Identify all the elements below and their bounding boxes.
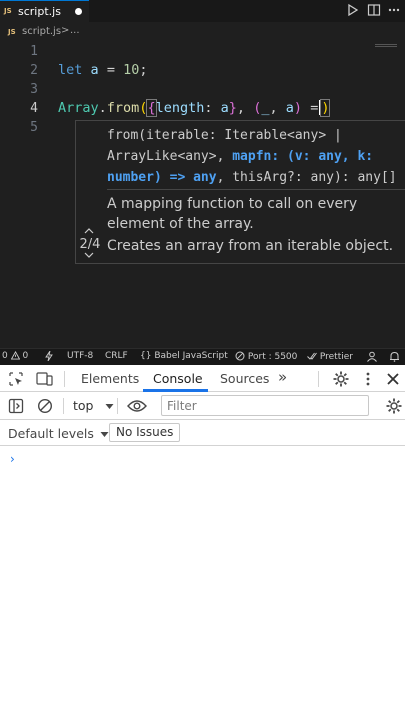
line-number-active: 4 bbox=[30, 101, 38, 116]
inspect-element-icon[interactable] bbox=[8, 371, 24, 387]
function-documentation: Creates an array from an iterable object… bbox=[107, 238, 394, 254]
divider bbox=[63, 398, 64, 414]
js-file-icon: JS bbox=[4, 7, 12, 15]
console-prompt[interactable]: › bbox=[10, 452, 15, 466]
devtools-tab-bar: Elements Console Sources » bbox=[0, 366, 405, 392]
eol-selector[interactable]: CRLF bbox=[105, 351, 128, 361]
warning-icon bbox=[10, 350, 20, 360]
divider bbox=[318, 371, 319, 387]
js-file-icon: JS bbox=[8, 28, 16, 36]
breadcrumb: JS script.js > ... bbox=[0, 24, 405, 40]
unsaved-dot-icon[interactable] bbox=[75, 8, 82, 15]
code-editor[interactable]: JS script.js JS script.js > ... 1 2 3 4 … bbox=[0, 0, 405, 348]
line-number: 3 bbox=[30, 82, 38, 97]
function-signature: from(iterable: Iterable<any> | ArrayLike… bbox=[107, 128, 397, 185]
double-check-icon bbox=[307, 352, 317, 360]
log-levels-bar: Default levels No Issues bbox=[0, 420, 405, 446]
problems-indicator[interactable]: 0 0 bbox=[2, 350, 28, 361]
dropdown-arrow-icon bbox=[100, 432, 109, 437]
dropdown-arrow-icon bbox=[105, 404, 114, 409]
editor-tab-bar: JS script.js bbox=[0, 0, 405, 22]
devtools-panel: Elements Console Sources » top Filter De… bbox=[0, 366, 405, 720]
line-number: 5 bbox=[30, 120, 38, 135]
device-toolbar-icon[interactable] bbox=[36, 371, 54, 387]
more-actions-icon[interactable] bbox=[387, 3, 401, 17]
chevron-up-icon[interactable] bbox=[84, 227, 94, 234]
divider bbox=[107, 189, 405, 190]
lightning-icon[interactable] bbox=[45, 350, 53, 362]
clear-console-icon[interactable] bbox=[37, 398, 53, 414]
run-icon[interactable] bbox=[345, 3, 359, 17]
no-entry-icon bbox=[235, 351, 245, 361]
line-number: 2 bbox=[30, 63, 38, 78]
chevron-down-icon[interactable] bbox=[84, 252, 94, 259]
tab-script-js[interactable]: JS script.js bbox=[0, 0, 89, 22]
breadcrumb-more[interactable]: ... bbox=[70, 25, 80, 36]
language-selector[interactable]: {} Babel JavaScript bbox=[140, 351, 228, 361]
close-icon[interactable] bbox=[386, 372, 400, 386]
eye-icon[interactable] bbox=[127, 399, 147, 413]
breadcrumb-file[interactable]: script.js bbox=[22, 26, 61, 37]
accounts-icon[interactable] bbox=[366, 351, 377, 363]
code-line-4[interactable]: Array.from({length: a}, (_, a) =) bbox=[58, 99, 331, 117]
divider bbox=[117, 398, 118, 414]
filter-input[interactable] bbox=[161, 395, 369, 416]
braces-icon: {} bbox=[140, 351, 152, 361]
more-tabs-icon[interactable]: » bbox=[278, 368, 287, 386]
log-levels-selector[interactable]: Default levels bbox=[8, 426, 109, 441]
kebab-menu-icon[interactable] bbox=[363, 371, 373, 387]
encoding-selector[interactable]: UTF-8 bbox=[67, 351, 93, 361]
issues-button[interactable]: No Issues bbox=[109, 423, 181, 442]
divider bbox=[64, 371, 65, 387]
console-settings-gear-icon[interactable] bbox=[385, 397, 403, 415]
console-toolbar: top bbox=[0, 392, 405, 420]
prettier-status[interactable]: Prettier bbox=[307, 351, 353, 362]
tab-elements[interactable]: Elements bbox=[81, 371, 139, 386]
split-editor-icon[interactable] bbox=[367, 3, 381, 17]
bell-icon[interactable] bbox=[389, 351, 400, 363]
line-number: 1 bbox=[30, 44, 38, 59]
tab-console[interactable]: Console bbox=[153, 371, 203, 386]
show-sidebar-icon[interactable] bbox=[8, 398, 24, 414]
settings-gear-icon[interactable] bbox=[332, 370, 350, 388]
tab-label: script.js bbox=[18, 5, 61, 18]
tab-sources[interactable]: Sources bbox=[220, 371, 269, 386]
parameter-hints-popup: from(iterable: Iterable<any> | ArrayLike… bbox=[75, 120, 405, 264]
live-server-port[interactable]: Port : 5500 bbox=[235, 351, 297, 362]
context-selector[interactable]: top bbox=[73, 398, 114, 413]
parameter-documentation: A mapping function to call on every elem… bbox=[107, 196, 358, 232]
minimap[interactable] bbox=[375, 44, 397, 48]
overload-counter: 2/4 bbox=[79, 237, 101, 252]
status-bar: 0 0 UTF-8 CRLF {} Babel JavaScript Port … bbox=[0, 348, 405, 365]
breadcrumb-separator: > bbox=[61, 25, 70, 36]
code-line-2[interactable]: let a = 10; bbox=[58, 62, 148, 78]
